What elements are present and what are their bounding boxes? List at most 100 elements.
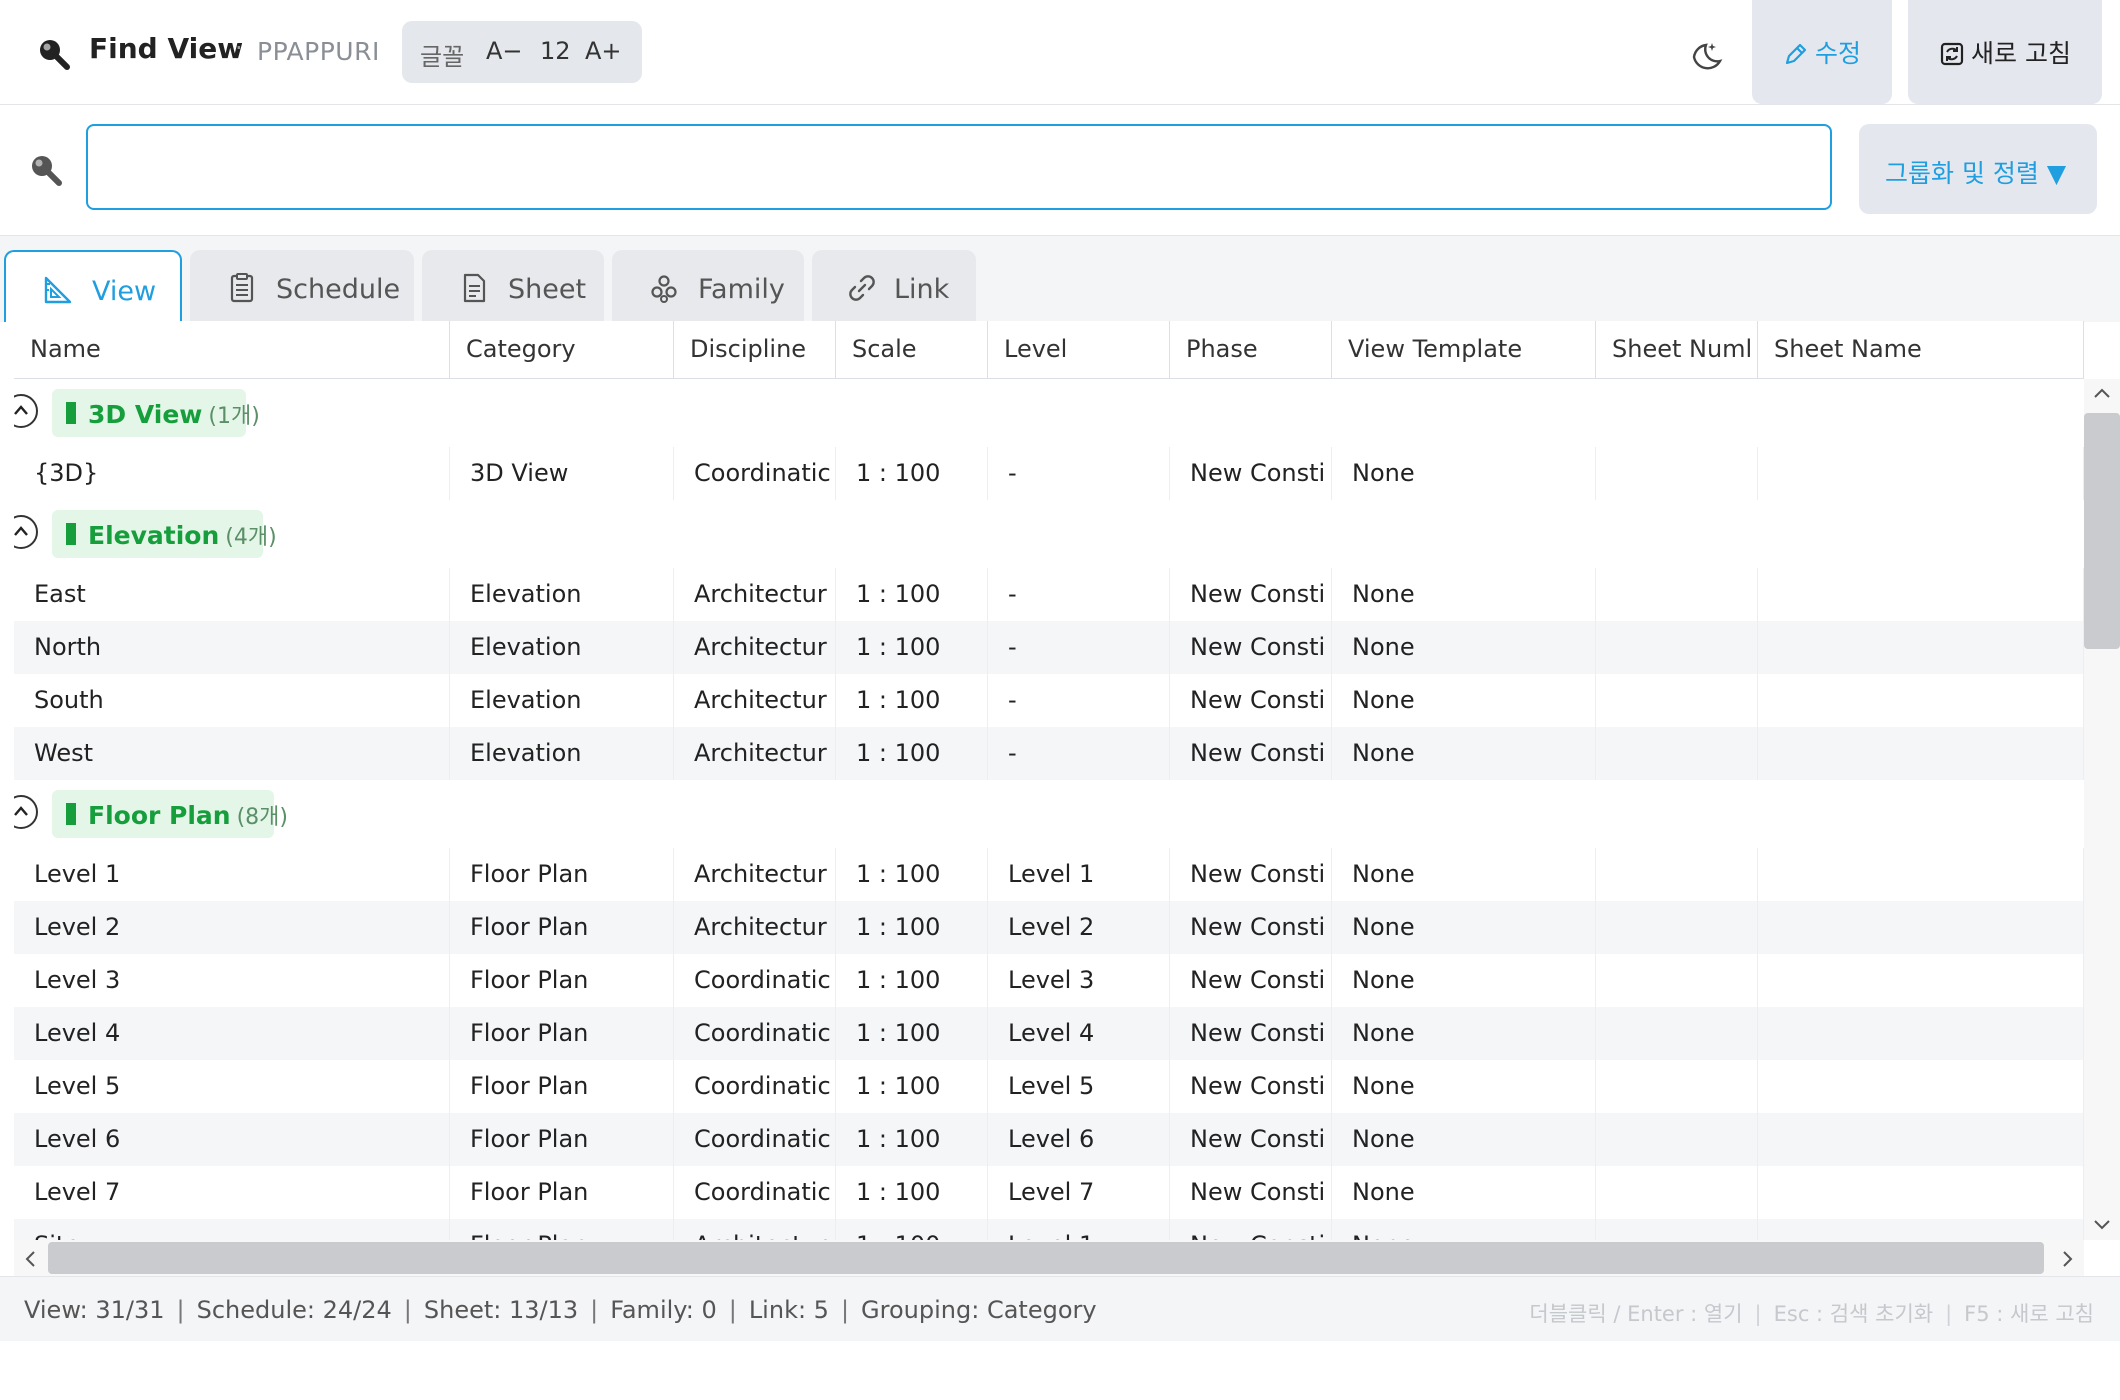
table-cell — [1596, 954, 1758, 1007]
font-increase-button[interactable]: A+ — [585, 37, 622, 65]
table-cell: Architectur — [674, 568, 836, 621]
table-cell: None — [1332, 568, 1596, 621]
table-cell: Level 1 — [14, 848, 450, 901]
scroll-left-icon[interactable] — [24, 1250, 36, 1268]
column-header[interactable]: Category — [450, 321, 674, 378]
app-subtitle: PPAPPURI — [257, 37, 380, 66]
status-count: Grouping: Category — [861, 1296, 1097, 1324]
column-header[interactable]: Level — [988, 321, 1170, 378]
group-header-row[interactable]: Elevation (4개) — [14, 500, 2084, 568]
table-row[interactable]: {3D} 3D View Coordinatic 1 : 100- New Consti… — [14, 447, 2084, 500]
table-row[interactable]: South Elevation Architectur 1 : 100- New Con… — [14, 674, 2084, 727]
table-cell: None — [1332, 901, 1596, 954]
table-cell — [1758, 901, 2084, 954]
table-cell: Floor Plan — [450, 848, 674, 901]
shortcut-hint: 더블클릭 / Enter : 열기 — [1529, 1302, 1743, 1326]
table-cell: 1 : 100 — [836, 1007, 988, 1060]
table-row[interactable]: North Elevation Architectur 1 : 100- New Con… — [14, 621, 2084, 674]
collapse-chevron-up-icon[interactable] — [14, 394, 38, 428]
table-cell: None — [1332, 621, 1596, 674]
table-row[interactable]: West Elevation Architectur 1 : 100- New Cons… — [14, 727, 2084, 780]
table-cell: Elevation — [450, 727, 674, 780]
table-cell: New Consti — [1170, 1113, 1332, 1166]
table-cell: New Consti — [1170, 848, 1332, 901]
vertical-scroll-thumb[interactable] — [2084, 413, 2120, 649]
scroll-right-icon[interactable] — [2062, 1250, 2074, 1268]
status-count: Family: 0 — [610, 1296, 717, 1324]
table-cell: North — [14, 621, 450, 674]
group-count: (8개) — [236, 805, 288, 830]
table-cell — [1596, 727, 1758, 780]
table-cell: None — [1332, 674, 1596, 727]
column-header[interactable]: Discipline — [674, 321, 836, 378]
column-header[interactable]: Scale — [836, 321, 988, 378]
table-cell — [1758, 1113, 2084, 1166]
group-marker — [66, 402, 76, 424]
grid-body: 3D View (1개) {3D} 3D View Coordinatic 1 : 100… — [14, 379, 2084, 1240]
column-header[interactable]: Name — [14, 321, 450, 378]
table-cell: Floor Plan — [450, 1113, 674, 1166]
font-decrease-button[interactable]: A− — [486, 37, 523, 65]
table-cell: Floor Plan — [450, 1219, 674, 1240]
tab-schedule-label: Schedule — [276, 274, 401, 305]
theme-toggle-moon-icon[interactable] — [1686, 35, 1726, 75]
table-cell: Level 1 — [988, 1219, 1170, 1240]
table-cell: Coordinatic — [674, 1060, 836, 1113]
table-row[interactable]: Level 6 Floor Plan Coordinatic 1 : 100 Level… — [14, 1113, 2084, 1166]
table-row[interactable]: Level 2 Floor Plan Architectur 1 : 100 Level… — [14, 901, 2084, 954]
table-cell: 3D View — [450, 447, 674, 500]
tab-sheet[interactable]: Sheet — [422, 250, 604, 322]
table-row[interactable]: East Elevation Architectur 1 : 100- New Cons… — [14, 568, 2084, 621]
collapse-chevron-up-icon[interactable] — [14, 795, 38, 829]
status-separator: | — [728, 1296, 737, 1324]
ruler-triangle-icon — [44, 276, 72, 304]
table-cell — [1758, 621, 2084, 674]
tab-family[interactable]: Family — [612, 250, 804, 322]
column-headers: Name Category Discipline Scale Level Phase Vie… — [14, 321, 2084, 379]
tab-link[interactable]: Link — [812, 250, 976, 322]
column-header[interactable]: Sheet Name — [1758, 321, 2084, 378]
column-header[interactable]: Phase — [1170, 321, 1332, 378]
table-row[interactable]: Level 1 Floor Plan Architectur 1 : 100 Level… — [14, 848, 2084, 901]
vertical-scrollbar[interactable] — [2084, 379, 2120, 1240]
group-chip: Elevation (4개) — [52, 510, 277, 558]
search-input[interactable] — [86, 124, 1832, 210]
refresh-button[interactable]: 새로 고침 — [1908, 0, 2102, 104]
column-header[interactable]: Sheet Numl — [1596, 321, 1758, 378]
table-cell — [1596, 621, 1758, 674]
tab-view[interactable]: View — [4, 250, 182, 322]
table-row[interactable]: Level 3 Floor Plan Coordinatic 1 : 100 Level… — [14, 954, 2084, 1007]
table-row[interactable]: Level 7 Floor Plan Coordinatic 1 : 100 Level… — [14, 1166, 2084, 1219]
group-name: Elevation — [88, 521, 220, 550]
group-header-row[interactable]: 3D View (1개) — [14, 379, 2084, 447]
table-cell: Coordinatic — [674, 954, 836, 1007]
column-header[interactable]: View Template — [1332, 321, 1596, 378]
table-cell: - — [988, 568, 1170, 621]
group-name: Floor Plan — [88, 801, 231, 830]
table-row[interactable]: Level 4 Floor Plan Coordinatic 1 : 100 Level… — [14, 1007, 2084, 1060]
table-cell: 1 : 100 — [836, 674, 988, 727]
table-cell: New Consti — [1170, 568, 1332, 621]
table-cell: New Consti — [1170, 1060, 1332, 1113]
table-row[interactable]: Level 5 Floor Plan Coordinatic 1 : 100 Level… — [14, 1060, 2084, 1113]
table-cell — [1758, 954, 2084, 1007]
tab-schedule[interactable]: Schedule — [190, 250, 414, 322]
group-sort-button[interactable]: 그룹화 및 정렬 ▼ — [1859, 124, 2097, 214]
link-icon — [849, 275, 875, 301]
table-cell: 1 : 100 — [836, 621, 988, 674]
edit-button[interactable]: 수정 — [1752, 0, 1892, 104]
table-cell: East — [14, 568, 450, 621]
horizontal-scroll-thumb[interactable] — [48, 1242, 2044, 1274]
font-size-control: 글꼴 A− 12 A+ — [402, 21, 642, 83]
table-row[interactable]: SiteFloor PlanArchitectur1 : 100Level 1N… — [14, 1219, 2084, 1240]
pencil-icon — [1785, 43, 1807, 65]
collapse-chevron-up-icon[interactable] — [14, 515, 38, 549]
group-header-row[interactable]: Floor Plan (8개) — [14, 780, 2084, 848]
table-cell: West — [14, 727, 450, 780]
table-cell: Level 1 — [988, 848, 1170, 901]
table-cell: None — [1332, 954, 1596, 1007]
scroll-down-icon[interactable] — [2093, 1219, 2111, 1231]
scroll-up-icon[interactable] — [2093, 387, 2111, 399]
horizontal-scrollbar[interactable] — [14, 1240, 2084, 1276]
tab-sheet-label: Sheet — [508, 274, 587, 305]
